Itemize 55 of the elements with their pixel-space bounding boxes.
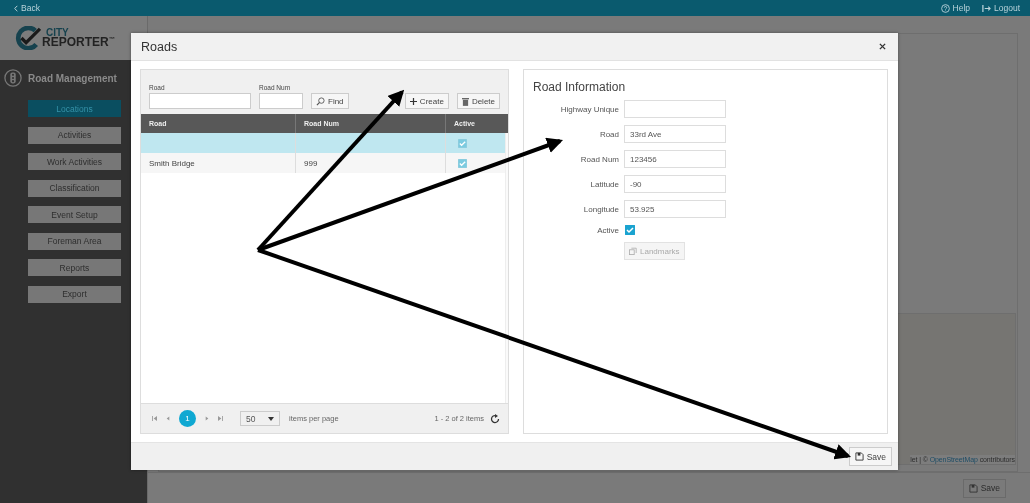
table-cell: Smith Bridge (149, 158, 195, 168)
checkbox[interactable] (625, 225, 635, 235)
windows-icon (629, 247, 637, 255)
input-field[interactable]: 123456 (624, 150, 726, 168)
logo-text: CITY (46, 27, 69, 38)
field-label: Longitude (582, 204, 619, 214)
field-label: Latitude (589, 179, 619, 189)
first-page-icon[interactable] (152, 416, 157, 421)
field-label: Highway Unique (559, 104, 619, 114)
previous-page-icon[interactable] (166, 416, 170, 421)
help-link[interactable]: Help (940, 3, 970, 13)
filter-input[interactable] (259, 93, 303, 109)
input-field[interactable]: 33rd Ave (624, 125, 726, 143)
input-field[interactable]: -90 (624, 175, 726, 193)
find-button[interactable]: Find (311, 93, 349, 109)
field-label: Active (596, 225, 619, 235)
refresh-icon[interactable] (490, 413, 500, 424)
close-icon[interactable] (879, 43, 886, 50)
create-button[interactable]: Create (404, 93, 449, 109)
field-label: Road (598, 129, 619, 139)
page-number[interactable]: 1 (179, 410, 196, 427)
dialog-title: Roads (141, 39, 178, 54)
page-size-dropdown[interactable]: 50 (240, 411, 280, 426)
save-button[interactable]: Save (962, 478, 1006, 498)
save-button[interactable]: Save (848, 447, 892, 466)
table-row[interactable]: Smith Bridge 999 (141, 153, 505, 173)
delete-button[interactable]: Delete (456, 93, 500, 109)
traffic-light-icon (4, 69, 22, 87)
logout-link[interactable]: Logout (982, 3, 1020, 13)
dropdown-caret-icon (268, 416, 274, 421)
nav-button[interactable]: Work Activities (28, 153, 121, 170)
panel-title: Road Information (533, 80, 627, 94)
nav-button[interactable]: Classification (28, 179, 121, 197)
plus-icon (409, 97, 417, 105)
filter-input[interactable] (149, 93, 251, 109)
section-title: Road Management (28, 72, 117, 84)
nav-button[interactable]: Export (28, 285, 121, 303)
last-page-icon[interactable] (218, 416, 223, 421)
input-field[interactable]: 53.925 (624, 200, 726, 218)
trash-icon (461, 96, 469, 106)
chevron-left-icon (14, 4, 18, 12)
nav-button[interactable]: Activities (28, 126, 121, 144)
logout-icon (982, 3, 991, 13)
logo-text: REPORTER$^{™}$ (42, 37, 115, 49)
nav-button[interactable]: Reports (28, 259, 121, 276)
back-link[interactable]: Back (14, 3, 40, 13)
field-label: Road Num (579, 154, 619, 164)
nav-button[interactable]: Event Setup (28, 206, 121, 223)
nav-button[interactable]: Foreman Area (28, 232, 121, 250)
help-icon (940, 3, 950, 13)
search-icon (316, 96, 325, 106)
next-page-icon[interactable] (205, 416, 209, 421)
logo-check-icon (13, 26, 41, 50)
input-field[interactable] (624, 100, 726, 118)
table-cell: 999 (304, 158, 318, 168)
